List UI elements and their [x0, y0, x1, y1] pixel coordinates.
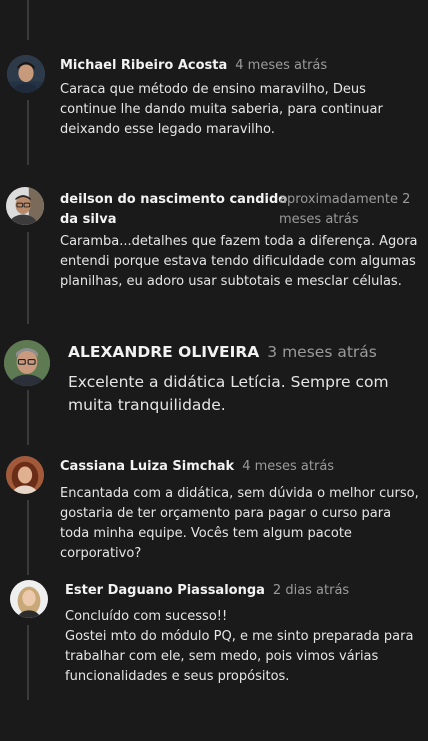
comment-time: 2 dias atrás	[272, 583, 350, 598]
commenter-name[interactable]: deilson do nascimento candido	[60, 190, 287, 210]
woman-blonde-avatar[interactable]	[10, 580, 48, 618]
comment-text: Encantada com a didática, sem dúvida o m…	[60, 486, 419, 561]
comment-time: 4 meses atrás	[235, 58, 328, 73]
comment-text: Caraca que método de ensino maravilho, D…	[60, 82, 383, 137]
man-glasses-avatar[interactable]	[6, 187, 44, 225]
comment-text: Caramba...detalhes que fazem toda a dife…	[60, 234, 418, 289]
comment-text-line: Concluído com sucesso!!	[65, 609, 228, 624]
commenter-name[interactable]: Michael Ribeiro Acosta	[60, 58, 227, 73]
thread-line	[27, 625, 29, 700]
thread-line	[27, 100, 29, 165]
comment-text: Excelente a didática Letícia. Sempre com…	[68, 373, 389, 414]
thread-line	[27, 390, 29, 445]
comment-text-line: Gostei mto do módulo PQ, e me sinto prep…	[65, 629, 414, 684]
commenter-name[interactable]: ALEXANDRE OLIVEIRA	[68, 343, 259, 361]
thread-line	[27, 500, 29, 575]
thread-line	[27, 232, 29, 324]
comment-time: 4 meses atrás	[242, 459, 335, 474]
commenter-name[interactable]: Ester Daguano Piassalonga	[65, 583, 265, 598]
comment-time: aproximadamente 2	[279, 192, 411, 207]
man-grey-hair-avatar[interactable]	[4, 340, 50, 386]
commenter-name-continued[interactable]: da silva	[60, 210, 287, 230]
comment-time: 3 meses atrás	[267, 343, 377, 361]
woman-curly-hair-avatar[interactable]	[6, 456, 44, 494]
man-dark-hair-avatar[interactable]	[7, 55, 45, 93]
commenter-name[interactable]: Cassiana Luiza Simchak	[60, 459, 234, 474]
thread-line	[27, 0, 29, 40]
comment-time-continued: meses atrás	[279, 212, 359, 227]
